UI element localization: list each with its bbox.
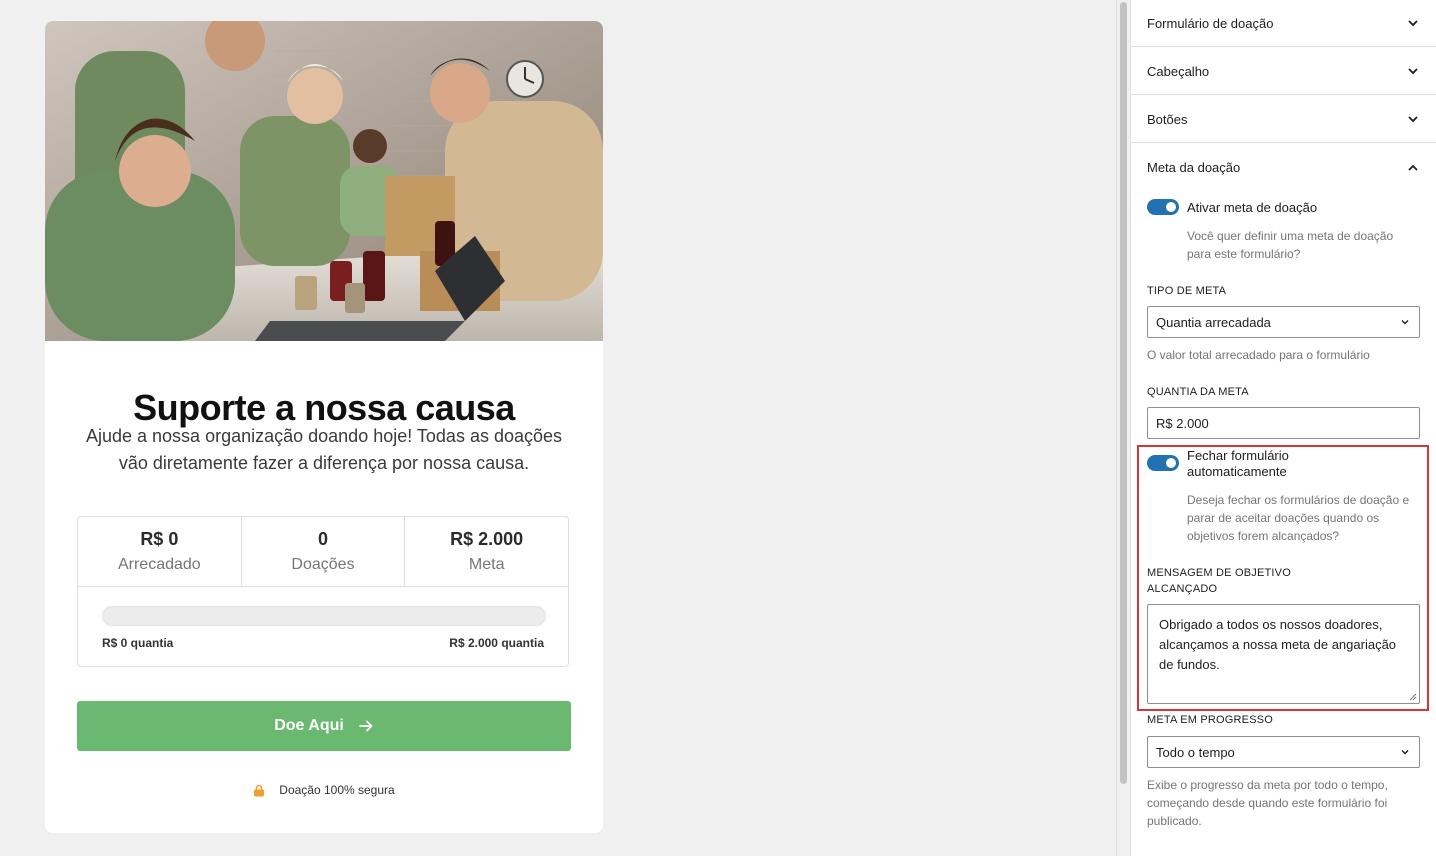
chevron-down-icon: [1401, 750, 1409, 755]
arrow-right-icon: [358, 720, 373, 732]
resize-handle-icon[interactable]: [1409, 693, 1417, 701]
editor-canvas: Suporte a nossa causa Ajude a nossa orga…: [0, 0, 1116, 856]
progress-goal-amount: R$ 2.000 quantia: [449, 636, 544, 650]
donate-button[interactable]: Doe Aqui: [77, 701, 571, 751]
panel-buttons[interactable]: Botões: [1131, 96, 1436, 143]
auto-close-help: Deseja fechar os formulários de doação e…: [1187, 493, 1410, 543]
achieved-message-label: MENSAGEM DE OBJETIVO ALCANÇADO: [1147, 567, 1291, 595]
stat-label: Doações: [291, 556, 355, 573]
goal-type-label: TIPO DE META: [1147, 285, 1227, 297]
chevron-up-icon: [1408, 164, 1418, 171]
enable-goal-help: Você quer definir uma meta de doação par…: [1187, 229, 1394, 261]
hero-image: [45, 21, 603, 341]
goal-type-select[interactable]: Quantia arrecadada: [1147, 306, 1420, 338]
donate-button-label: Doe Aqui: [274, 717, 344, 734]
stat-value: 0: [318, 529, 329, 549]
stat-goal: R$ 2.000 Meta: [405, 517, 568, 586]
goal-progress-select[interactable]: Todo o tempo: [1147, 736, 1420, 768]
canvas-scrollbar-thumb[interactable]: [1120, 2, 1127, 784]
goal-stats: R$ 0 Arrecadado 0 Doações R$ 2.000 Meta …: [77, 516, 569, 667]
achieved-message-textarea[interactable]: Obrigado a todos os nossos doadores, alc…: [1147, 604, 1420, 704]
chevron-down-icon: [1408, 68, 1418, 75]
goal-amount-input[interactable]: R$ 2.000: [1147, 407, 1420, 439]
settings-sidebar: Formulário de doação Cabeçalho Botões Me…: [1130, 0, 1436, 856]
achieved-message-value: Obrigado a todos os nossos doadores, alc…: [1159, 617, 1397, 672]
panel-title: Cabeçalho: [1147, 63, 1210, 79]
chevron-down-icon: [1408, 20, 1418, 27]
goal-type-value: Quantia arrecadada: [1156, 314, 1271, 330]
goal-progress-value: Todo o tempo: [1156, 744, 1235, 760]
goal-progress-help: Exibe o progresso da meta por todo o tem…: [1147, 778, 1388, 828]
stat-value: R$ 0: [140, 529, 179, 549]
lock-icon: [254, 784, 265, 796]
goal-progress-bar: [102, 606, 546, 626]
stat-label: Arrecadado: [117, 556, 201, 573]
form-subtitle: Ajude a nossa organização doando hoje! T…: [85, 426, 563, 473]
auto-close-label: Fechar formulário automaticamente: [1187, 448, 1289, 479]
stats-row: R$ 0 Arrecadado 0 Doações R$ 2.000 Meta: [78, 517, 568, 587]
stat-value: R$ 2.000: [450, 529, 524, 549]
stat-raised: R$ 0 Arrecadado: [78, 517, 242, 586]
panel-title: Formulário de doação: [1147, 15, 1274, 31]
panel-donation-form[interactable]: Formulário de doação: [1131, 0, 1436, 47]
canvas-scrollbar[interactable]: [1116, 0, 1130, 856]
goal-amount-label: QUANTIA DA META: [1147, 386, 1249, 398]
panel-title: Botões: [1147, 111, 1188, 127]
donation-form-preview: Suporte a nossa causa Ajude a nossa orga…: [45, 21, 603, 833]
progress-current-amount: R$ 0 quantia: [102, 636, 174, 650]
panel-donation-goal[interactable]: Meta da doação: [1131, 144, 1436, 191]
goal-progress-label: META EM PROGRESSO: [1147, 714, 1274, 726]
auto-close-toggle[interactable]: [1147, 455, 1179, 471]
secure-label: Doação 100% segura: [279, 783, 395, 797]
enable-goal-toggle[interactable]: [1147, 199, 1179, 215]
enable-goal-label: Ativar meta de doação: [1187, 200, 1318, 215]
chevron-down-icon: [1408, 116, 1418, 123]
secure-donation-note: Doação 100% segura: [45, 783, 603, 797]
panel-header[interactable]: Cabeçalho: [1131, 48, 1436, 95]
panel-title: Meta da doação: [1147, 160, 1241, 175]
stat-donations: 0 Doações: [242, 517, 406, 586]
stat-label: Meta: [468, 556, 505, 573]
chevron-down-icon: [1401, 320, 1409, 325]
goal-type-help: O valor total arrecadado para o formulár…: [1147, 348, 1370, 362]
